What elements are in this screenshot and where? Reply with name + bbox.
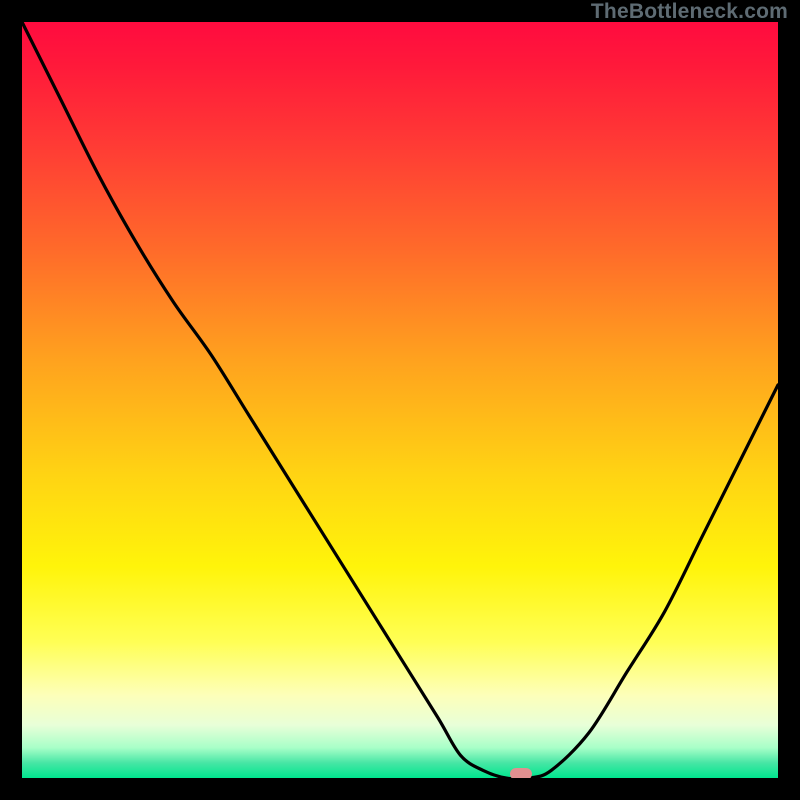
curve-path (22, 22, 778, 778)
watermark-text: TheBottleneck.com (591, 0, 788, 24)
bottleneck-curve (22, 22, 778, 778)
chart-frame: TheBottleneck.com (0, 0, 800, 800)
plot-area (22, 22, 778, 778)
optimal-marker (510, 768, 532, 778)
